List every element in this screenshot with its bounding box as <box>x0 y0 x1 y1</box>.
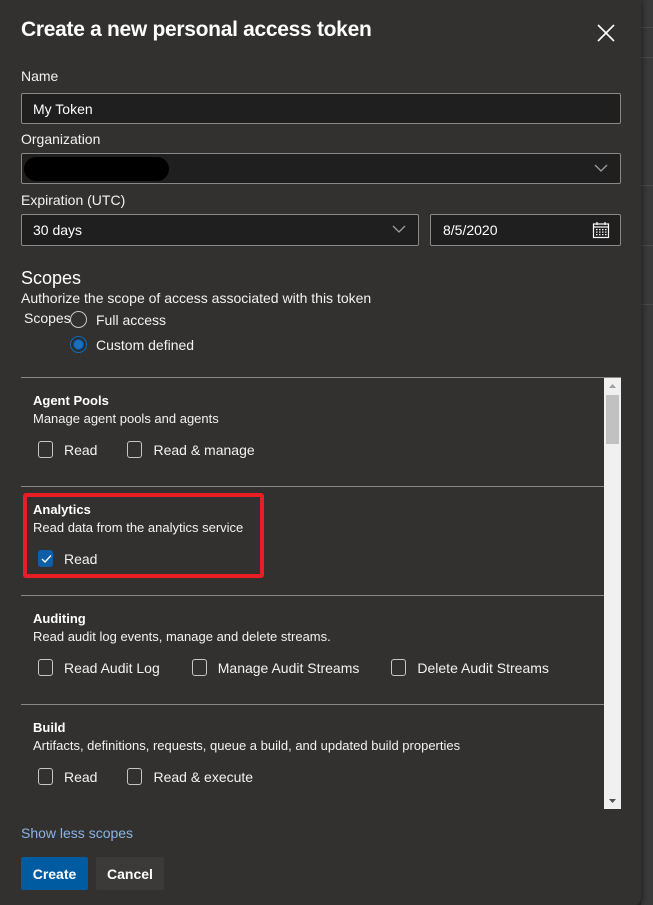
checkbox-label: Delete Audit Streams <box>417 659 549 676</box>
checkbox[interactable] <box>127 768 143 785</box>
radio-button[interactable] <box>70 311 87 328</box>
checkbox-checked[interactable] <box>38 550 53 567</box>
scope-group-analytics: Analytics Read data from the analytics s… <box>21 487 604 596</box>
name-input[interactable] <box>21 93 621 124</box>
radio-custom-defined[interactable]: Custom defined <box>70 336 194 353</box>
radio-button-selected[interactable] <box>70 336 87 353</box>
radio-full-access[interactable]: Full access <box>70 311 166 328</box>
checkbox-label: Read <box>64 550 98 567</box>
expiration-date-input[interactable]: 8/5/2020 <box>430 214 621 246</box>
checkbox-manage-audit-streams[interactable]: Manage Audit Streams <box>191 659 360 676</box>
checkbox-read[interactable]: Read <box>38 550 97 567</box>
scope-name: Auditing <box>33 611 86 626</box>
show-less-scopes-link[interactable]: Show less scopes <box>21 825 133 841</box>
checkbox-read[interactable]: Read <box>38 768 97 785</box>
scope-name: Agent Pools <box>33 393 109 408</box>
scope-name: Analytics <box>33 502 91 517</box>
checkbox[interactable] <box>38 441 53 458</box>
expiration-label: Expiration (UTC) <box>21 192 126 208</box>
checkbox[interactable] <box>38 768 53 785</box>
checkbox-label: Read <box>64 768 98 785</box>
scope-description: Read audit log events, manage and delete… <box>33 629 331 644</box>
scope-group-build: Build Artifacts, definitions, requests, … <box>21 705 604 809</box>
scope-name: Build <box>33 720 66 735</box>
create-token-dialog: Create a new personal access token Name … <box>0 0 641 905</box>
close-icon <box>597 24 615 42</box>
background-divider <box>641 245 653 246</box>
cancel-button[interactable]: Cancel <box>96 857 164 890</box>
expiration-date-value: 8/5/2020 <box>443 222 498 238</box>
expiration-value: 30 days <box>33 222 83 238</box>
scrollbar-thumb[interactable] <box>606 395 619 444</box>
scope-group-auditing: Auditing Read audit log events, manage a… <box>21 596 604 705</box>
expiration-select[interactable]: 30 days <box>21 214 419 246</box>
calendar-icon[interactable] <box>592 221 610 239</box>
radio-label: Custom defined <box>96 336 195 353</box>
scope-description: Artifacts, definitions, requests, queue … <box>33 738 461 753</box>
redacted-organization-value <box>24 157 169 181</box>
checkbox-label: Manage Audit Streams <box>217 659 360 676</box>
checkbox-label: Read Audit Log <box>64 659 160 676</box>
scroll-up-arrow-icon[interactable] <box>604 381 621 391</box>
checkbox-label: Read & execute <box>153 768 254 785</box>
permission-row: Read <box>38 550 127 567</box>
close-button[interactable] <box>595 22 617 44</box>
scope-description: Manage agent pools and agents <box>33 411 219 426</box>
background-page-edge <box>641 0 653 905</box>
chevron-down-icon <box>594 164 608 172</box>
checkmark-icon <box>41 555 52 563</box>
scroll-down-arrow-icon[interactable] <box>604 796 621 806</box>
scope-list-scrollbar[interactable] <box>604 378 621 809</box>
organization-label: Organization <box>21 131 101 147</box>
background-divider <box>641 57 653 58</box>
permission-row: Read Read & manage <box>38 441 285 458</box>
scopes-description: Authorize the scope of access associated… <box>21 290 372 306</box>
background-divider <box>641 185 653 186</box>
background-divider <box>641 27 653 28</box>
checkbox[interactable] <box>38 659 53 676</box>
background-divider <box>641 304 653 305</box>
scope-list: Agent Pools Manage agent pools and agent… <box>21 377 621 809</box>
checkbox[interactable] <box>391 659 407 676</box>
radio-label: Full access <box>96 311 167 328</box>
scope-description: Read data from the analytics service <box>33 520 244 535</box>
checkbox-label: Read & manage <box>153 441 255 458</box>
dialog-title: Create a new personal access token <box>21 18 372 41</box>
checkbox-read-audit-log[interactable]: Read Audit Log <box>38 659 160 676</box>
checkbox-read[interactable]: Read <box>38 441 97 458</box>
checkbox-read-execute[interactable]: Read & execute <box>127 768 253 785</box>
permission-row: Read Read & execute <box>38 768 283 785</box>
name-label: Name <box>21 68 59 84</box>
checkbox-read-manage[interactable]: Read & manage <box>127 441 255 458</box>
checkbox[interactable] <box>191 659 207 676</box>
organization-select[interactable] <box>21 153 621 184</box>
checkbox-delete-audit-streams[interactable]: Delete Audit Streams <box>391 659 549 676</box>
scopes-heading: Scopes <box>21 268 82 288</box>
chevron-down-icon <box>392 225 406 233</box>
checkbox-label: Read <box>64 441 98 458</box>
checkbox[interactable] <box>127 441 143 458</box>
scope-group-agent-pools: Agent Pools Manage agent pools and agent… <box>21 378 604 487</box>
scopes-radio-group-label: Scopes <box>24 310 71 326</box>
create-button[interactable]: Create <box>21 857 88 890</box>
permission-row: Read Audit Log Manage Audit Streams Dele… <box>38 659 579 676</box>
